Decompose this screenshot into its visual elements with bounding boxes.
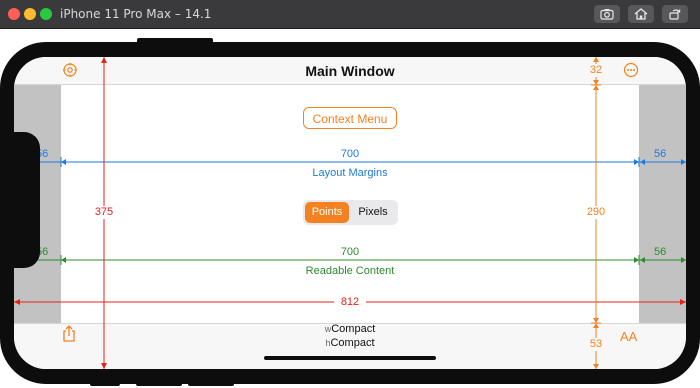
home-button[interactable]	[628, 5, 654, 23]
device-screen: Main Window 56 700 Layout Margins 56 56 …	[14, 57, 686, 369]
top-inset-label: 32	[582, 64, 610, 77]
home-indicator	[264, 356, 436, 360]
units-segmented-control: Points Pixels	[303, 200, 398, 225]
rotate-button[interactable]	[662, 5, 688, 23]
text-size-button[interactable]: AA	[620, 329, 637, 344]
side-button	[188, 380, 234, 386]
screen-height-label: 375	[90, 206, 118, 219]
side-button	[90, 380, 120, 386]
readable-width-label: 700	[340, 246, 360, 258]
height-size-class-value: Compact	[330, 337, 375, 349]
home-icon	[634, 8, 648, 20]
screenshot-button[interactable]	[594, 5, 620, 23]
rotate-icon	[669, 9, 681, 20]
segment-points[interactable]: Points	[305, 202, 349, 223]
layout-margin-right-label: 56	[654, 148, 667, 160]
device-notch	[14, 132, 40, 268]
height-size-class: hCompact	[14, 337, 686, 350]
layout-margins-caption: Layout Margins	[312, 167, 388, 179]
layout-width-label: 700	[340, 148, 360, 160]
readable-content-caption: Readable Content	[305, 265, 395, 277]
safe-area-height-label: 290	[582, 206, 610, 219]
segment-pixels[interactable]: Pixels	[350, 202, 396, 223]
zoom-window-button[interactable]	[40, 8, 52, 20]
screenshot-icon	[600, 9, 614, 20]
minimize-window-button[interactable]	[24, 8, 36, 20]
width-size-class: wCompact	[14, 323, 686, 336]
readable-right-label: 56	[654, 246, 667, 258]
side-button	[136, 380, 182, 386]
screen-width-label: 812	[334, 296, 366, 309]
text-size-icon: AA	[620, 329, 638, 344]
context-menu-button[interactable]: Context Menu	[303, 107, 397, 129]
window-title: iPhone 11 Pro Max – 14.1	[60, 7, 212, 21]
simulator-title-bar: iPhone 11 Pro Max – 14.1	[0, 0, 700, 29]
close-window-button[interactable]	[8, 8, 20, 20]
width-size-class-value: Compact	[331, 323, 376, 335]
